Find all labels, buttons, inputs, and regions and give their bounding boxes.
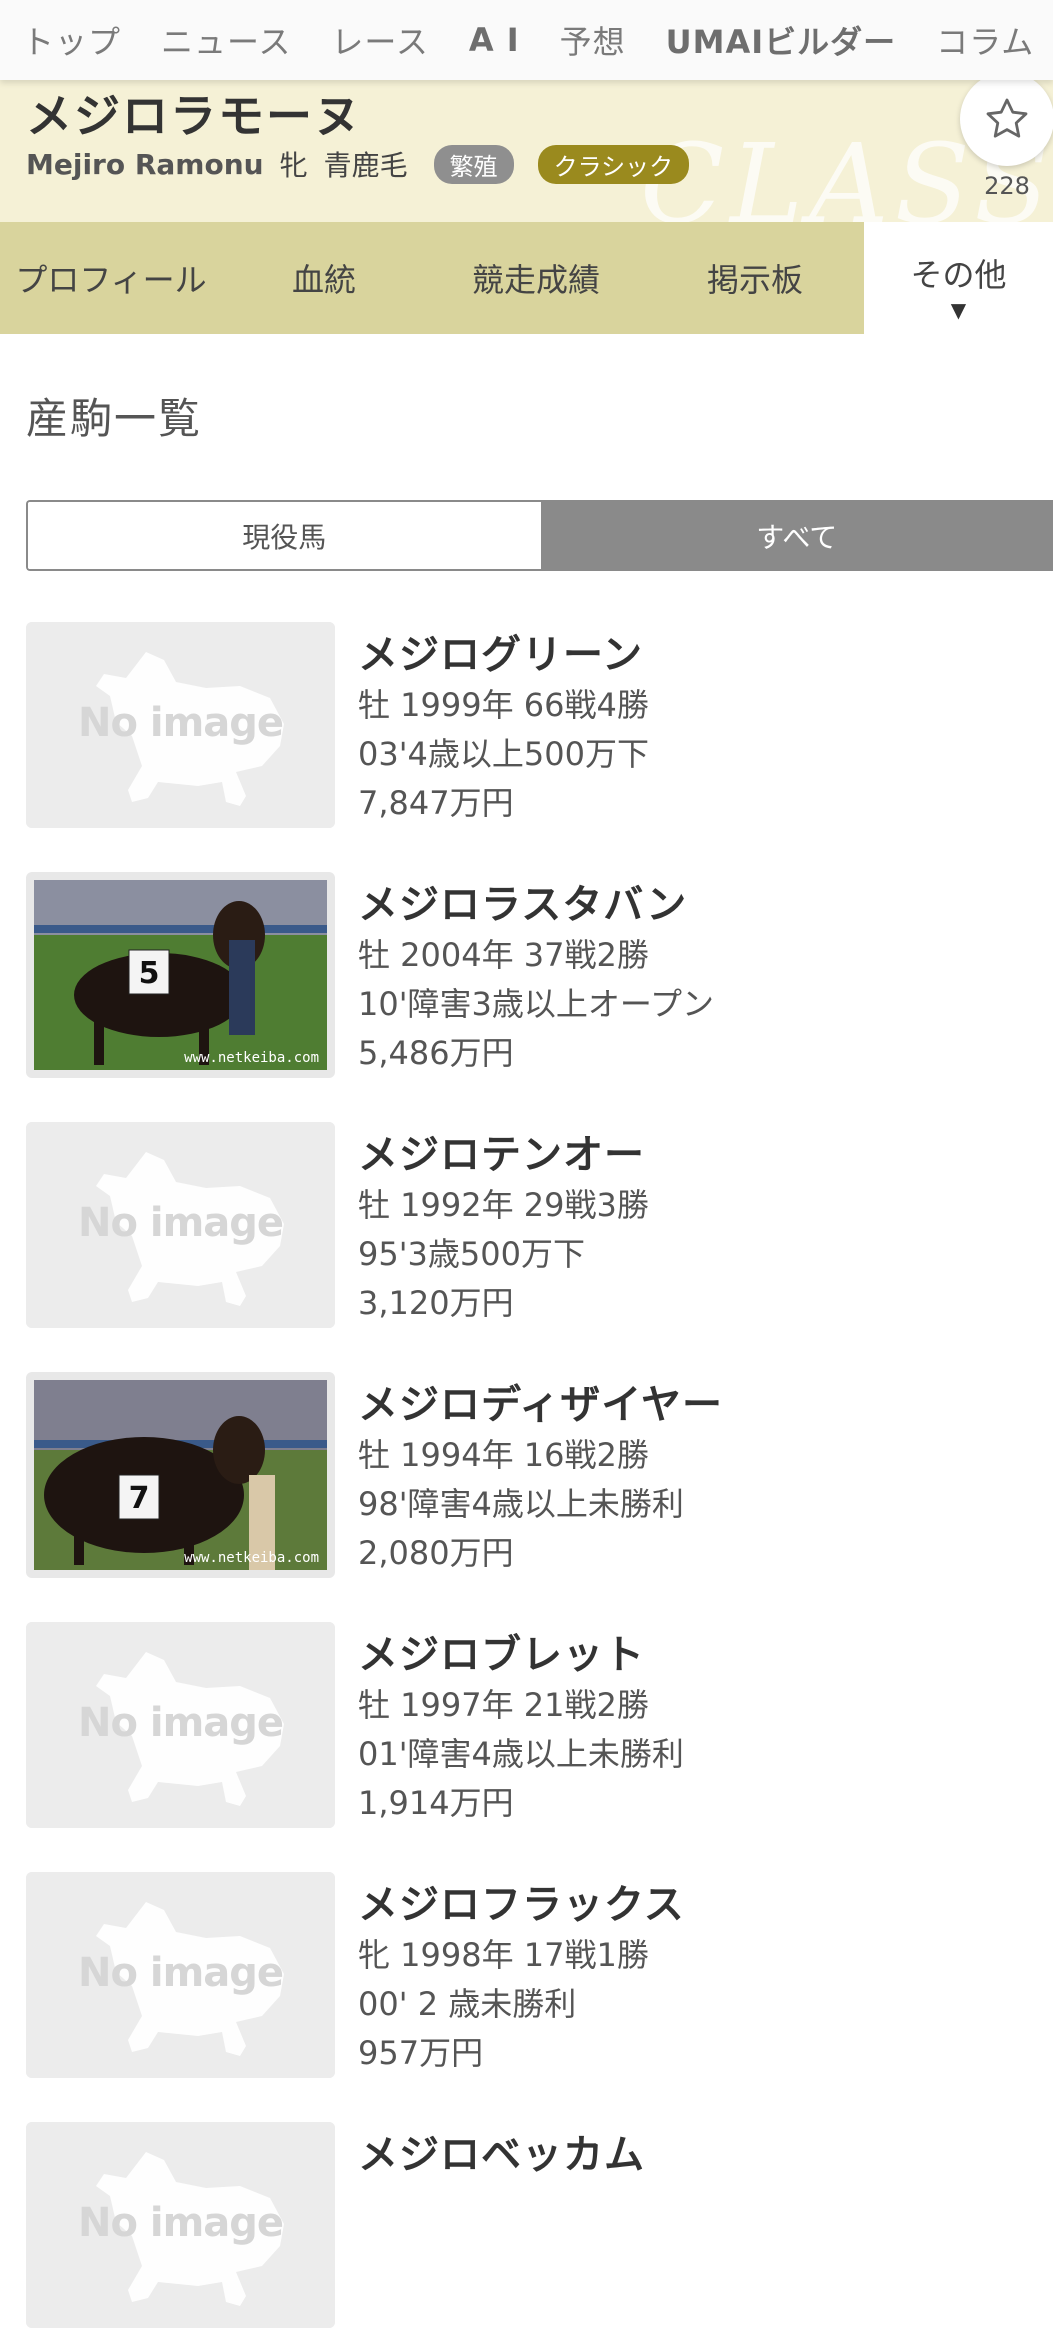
- favorite-count: 228: [960, 172, 1053, 200]
- offspring-last-race: 03'4歳以上500万下: [358, 729, 649, 775]
- no-image-label: No image: [26, 1950, 335, 1996]
- nav-item-race[interactable]: レース: [331, 17, 428, 63]
- offspring-earnings: 957万円: [358, 2028, 483, 2074]
- no-image-label: No image: [26, 700, 335, 746]
- no-image-thumbnail: No image: [26, 1872, 335, 2078]
- caret-down-icon: ▼: [951, 298, 966, 322]
- horse-subinfo: Mejiro Ramonu 牝 青鹿毛 繁殖 クラシック: [26, 144, 703, 184]
- tab-other[interactable]: その他 ▼: [864, 222, 1053, 334]
- no-image-thumbnail: No image: [26, 2122, 335, 2328]
- favorite-button[interactable]: [960, 72, 1053, 166]
- offspring-earnings: 3,120万円: [358, 1278, 514, 1324]
- nav-item-column[interactable]: コラム: [936, 17, 1034, 63]
- offspring-name[interactable]: メジロフラックス: [358, 1872, 685, 1930]
- horse-photo: 7 www.netkeiba.com: [34, 1380, 327, 1570]
- offspring-photo: 7 www.netkeiba.com: [26, 1372, 335, 1578]
- no-image-label: No image: [26, 1700, 335, 1746]
- tab-label: 掲示板: [707, 255, 803, 301]
- nav-item-ai[interactable]: A I: [469, 21, 520, 59]
- offspring-list-item[interactable]: No image メジロベッカム: [26, 2122, 1053, 2330]
- horse-tabs: プロフィール 血統 競走成績 掲示板 その他 ▼: [0, 222, 1053, 334]
- offspring-last-race: 95'3歳500万下: [358, 1229, 585, 1275]
- offspring-list-item[interactable]: No image メジロフラックス牝 1998年 17戦1勝00' 2 歳未勝利9…: [26, 1872, 1053, 2080]
- nav-item-top[interactable]: トップ: [22, 17, 121, 63]
- offspring-photo: 5 www.netkeiba.com: [26, 872, 335, 1078]
- offspring-earnings: 2,080万円: [358, 1528, 514, 1574]
- offspring-info: 牡 1994年 16戦2勝: [358, 1430, 649, 1476]
- top-navigation: トップ ニュース レース A I 予想 UMAIビルダー コラム: [0, 0, 1053, 80]
- filter-all[interactable]: すべて: [541, 502, 1053, 569]
- tab-label: プロフィール: [15, 255, 206, 301]
- horse-sex: 牝: [280, 144, 308, 184]
- filter-active-horses[interactable]: 現役馬: [28, 502, 541, 569]
- filter-segment: 現役馬 すべて: [26, 500, 1053, 571]
- tab-profile[interactable]: プロフィール: [0, 222, 222, 334]
- offspring-last-race: 98'障害4歳以上未勝利: [358, 1479, 684, 1525]
- offspring-list-item[interactable]: 5 www.netkeiba.com メジロラスタバン牡 2004年 37戦2勝…: [26, 872, 1053, 1080]
- svg-text:www.netkeiba.com: www.netkeiba.com: [184, 1550, 319, 1566]
- offspring-earnings: 5,486万円: [358, 1028, 514, 1074]
- offspring-list-item[interactable]: 7 www.netkeiba.com メジロディザイヤー牡 1994年 16戦2…: [26, 1372, 1053, 1580]
- offspring-name[interactable]: メジロラスタバン: [358, 872, 687, 930]
- svg-text:7: 7: [129, 1481, 150, 1516]
- section-title: 産駒一覧: [26, 385, 202, 446]
- offspring-last-race: 00' 2 歳未勝利: [358, 1979, 576, 2025]
- offspring-name[interactable]: メジロベッカム: [358, 2122, 645, 2180]
- nav-item-umai-builder[interactable]: UMAIビルダー: [666, 17, 897, 63]
- tab-board[interactable]: 掲示板: [646, 222, 864, 334]
- star-icon: [983, 95, 1031, 143]
- offspring-info: 牡 1999年 66戦4勝: [358, 680, 649, 726]
- offspring-name[interactable]: メジログリーン: [358, 622, 643, 680]
- offspring-name[interactable]: メジロブレット: [358, 1622, 645, 1680]
- offspring-info: 牝 1998年 17戦1勝: [358, 1930, 649, 1976]
- offspring-name[interactable]: メジロディザイヤー: [358, 1372, 723, 1430]
- offspring-list-item[interactable]: No image メジロテンオー牡 1992年 29戦3勝95'3歳500万下3,…: [26, 1122, 1053, 1330]
- offspring-info: 牡 2004年 37戦2勝: [358, 930, 649, 976]
- offspring-list-item[interactable]: No image メジログリーン牡 1999年 66戦4勝03'4歳以上500万下…: [26, 622, 1053, 830]
- offspring-last-race: 01'障害4歳以上未勝利: [358, 1729, 684, 1775]
- status-badge-classic: クラシック: [538, 145, 690, 184]
- svg-text:5: 5: [139, 956, 160, 991]
- no-image-label: No image: [26, 1200, 335, 1246]
- offspring-earnings: 7,847万円: [358, 778, 514, 824]
- tab-label: 競走成績: [472, 255, 600, 301]
- tab-race-results[interactable]: 競走成績: [426, 222, 646, 334]
- offspring-info: 牡 1992年 29戦3勝: [358, 1180, 649, 1226]
- tab-label: その他: [910, 250, 1006, 296]
- offspring-last-race: 10'障害3歳以上オープン: [358, 979, 714, 1025]
- nav-item-news[interactable]: ニュース: [161, 17, 291, 63]
- horse-header: CLASSIC メジロラモーヌ Mejiro Ramonu 牝 青鹿毛 繁殖 ク…: [0, 80, 1053, 222]
- no-image-thumbnail: No image: [26, 622, 335, 828]
- tab-label: 血統: [292, 255, 356, 301]
- offspring-list-item[interactable]: No image メジロブレット牡 1997年 21戦2勝01'障害4歳以上未勝利…: [26, 1622, 1053, 1830]
- tab-pedigree[interactable]: 血統: [222, 222, 426, 334]
- horse-photo: 5 www.netkeiba.com: [34, 880, 327, 1070]
- offspring-name[interactable]: メジロテンオー: [358, 1122, 645, 1180]
- horse-name: メジロラモーヌ: [26, 80, 362, 146]
- horse-name-en: Mejiro Ramonu: [26, 148, 264, 181]
- offspring-info: 牡 1997年 21戦2勝: [358, 1680, 649, 1726]
- no-image-thumbnail: No image: [26, 1122, 335, 1328]
- no-image-label: No image: [26, 2200, 335, 2246]
- nav-item-yoso[interactable]: 予想: [560, 17, 626, 63]
- status-badge-breeding: 繁殖: [434, 145, 514, 184]
- svg-text:www.netkeiba.com: www.netkeiba.com: [184, 1050, 319, 1066]
- horse-coat: 青鹿毛: [324, 144, 408, 184]
- offspring-earnings: 1,914万円: [358, 1778, 514, 1824]
- no-image-thumbnail: No image: [26, 1622, 335, 1828]
